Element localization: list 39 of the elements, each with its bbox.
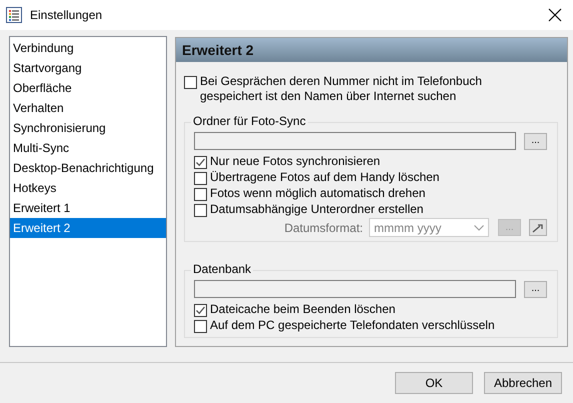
panel-title: Erweitert 2 — [176, 38, 567, 62]
checkbox-label: Fotos wenn möglich automatisch drehen — [210, 186, 426, 201]
sidebar-item[interactable]: Verhalten — [10, 98, 166, 118]
checkbox-label: Nur neue Fotos synchronisieren — [210, 154, 380, 169]
checkbox-label: Übertragene Fotos auf dem Handy löschen — [210, 170, 440, 185]
sidebar-item[interactable]: Startvorgang — [10, 58, 166, 78]
checkbox-label: Auf dem PC gespeicherte Telefondaten verschlüsseln — [210, 318, 495, 333]
window-title: Einstellungen — [30, 8, 104, 22]
caret-icon — [474, 224, 484, 230]
list-icon — [6, 7, 22, 23]
checkbox[interactable] — [194, 204, 207, 217]
checkbox[interactable] — [184, 76, 197, 89]
browse-button[interactable]: ... — [524, 280, 547, 298]
sidebar-item[interactable]: Oberfläche — [10, 78, 166, 98]
checkbox[interactable] — [194, 188, 207, 201]
group-title: Datenbank — [191, 262, 254, 276]
date-format-label: Datumsformat: — [284, 220, 363, 234]
checkbox-label: Datumsabhängige Unterordner erstellen — [210, 202, 424, 217]
sidebar-item[interactable]: Verbindung — [10, 38, 166, 58]
sidebar-item[interactable]: Erweitert 2 — [10, 218, 166, 238]
checkbox-label: Bei Gesprächen deren Nummer nicht im Telefonbuch gespeichert ist den Namen über Internet suchen — [200, 74, 483, 104]
sidebar-item[interactable]: Multi-Sync — [10, 138, 166, 158]
sidebar-item[interactable]: Erweitert 1 — [10, 198, 166, 218]
sidebar-item[interactable]: Synchronisierung — [10, 118, 166, 138]
path-field[interactable] — [194, 280, 516, 298]
arrow-icon — [532, 222, 544, 232]
sidebar-item[interactable]: Desktop-Benachrichtigung — [10, 158, 166, 178]
checkbox[interactable] — [194, 156, 207, 169]
path-field[interactable] — [194, 132, 516, 150]
sidebar-item[interactable]: Hotkeys — [10, 178, 166, 198]
checkbox-label: Dateicache beim Beenden löschen — [210, 302, 396, 317]
dialog-button[interactable]: Abbrechen — [484, 372, 562, 394]
dialog-button[interactable]: OK — [395, 372, 473, 394]
checkbox[interactable] — [194, 172, 207, 185]
browse-button[interactable]: ... — [524, 132, 547, 150]
group-title: Ordner für Foto-Sync — [191, 114, 308, 128]
checkbox[interactable] — [194, 320, 207, 333]
checkbox[interactable] — [194, 304, 207, 317]
close-icon[interactable] — [548, 8, 562, 22]
